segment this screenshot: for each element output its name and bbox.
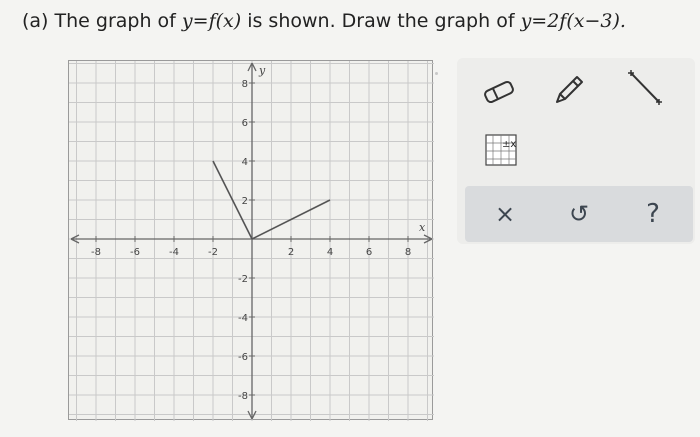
clear-button[interactable]: × <box>485 194 525 234</box>
y-tick-label: 4 <box>242 157 248 168</box>
close-icon: × <box>494 200 516 228</box>
coordinate-plane[interactable]: -8 -6 -4 -2 2 4 6 8 8 6 4 2 -2 -4 -6 -8 x y <box>69 61 434 421</box>
help-button[interactable]: ? <box>633 194 673 234</box>
eraser-icon <box>484 80 514 104</box>
x-tick-label: -8 <box>91 247 101 258</box>
question-prompt: (a) The graph of y=f(x) is shown. Draw t… <box>22 10 626 32</box>
action-bar: × ↺ ? <box>465 186 693 242</box>
graph-area[interactable]: -8 -6 -4 -2 2 4 6 8 8 6 4 2 -2 -4 -6 -8 x y <box>68 60 434 421</box>
x-tick-label: -2 <box>208 247 218 258</box>
y-axis-label: y <box>258 64 266 77</box>
x-tick-label: 2 <box>288 247 294 258</box>
x-tick-label: 8 <box>405 247 411 258</box>
help-icon: ? <box>646 199 660 229</box>
line-segment-icon <box>628 70 662 105</box>
y-tick-label: 2 <box>242 196 248 207</box>
y-tick-label: -6 <box>238 352 248 363</box>
line-segment-tool[interactable] <box>625 68 665 108</box>
graph-palette-icon: ±x <box>485 134 517 166</box>
pencil-icon <box>556 76 583 103</box>
y-tick-label: -8 <box>238 391 248 402</box>
undo-icon: ↺ <box>568 200 590 228</box>
eraser-tool[interactable] <box>479 72 519 112</box>
given-function: y=f(x) <box>181 10 242 32</box>
x-axis-label: x <box>419 221 426 234</box>
pencil-tool[interactable] <box>549 70 589 110</box>
question-text-middle: is shown. Draw the graph of <box>247 10 515 32</box>
y-tick-label: -2 <box>238 274 248 285</box>
x-tick-label: -4 <box>169 247 179 258</box>
y-tick-label: -4 <box>238 313 248 324</box>
y-tick-label: 6 <box>242 118 248 129</box>
undo-button[interactable]: ↺ <box>559 194 599 234</box>
svg-text:±x: ±x <box>502 139 516 150</box>
target-function: y=2f(x−3). <box>520 10 626 32</box>
question-label: (a) <box>22 10 49 32</box>
question-text-before: The graph of <box>54 10 176 32</box>
stray-dot <box>435 72 438 75</box>
x-tick-label: 4 <box>327 247 333 258</box>
graph-palette-tool[interactable]: ±x <box>481 130 521 170</box>
x-tick-label: 6 <box>366 247 372 258</box>
y-tick-label: 8 <box>242 79 248 90</box>
x-tick-label: -6 <box>130 247 140 258</box>
